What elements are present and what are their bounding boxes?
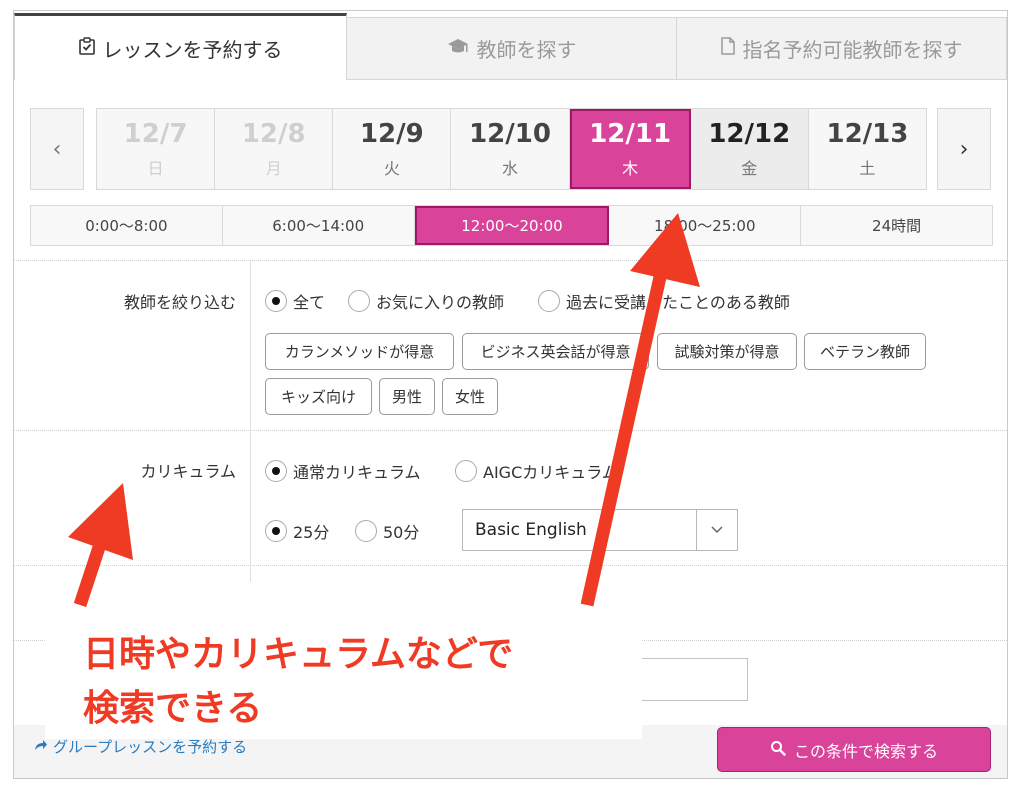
date-value: 12/13 [826, 119, 909, 149]
time-slot[interactable]: 24時間 [801, 206, 992, 245]
tab-label: 指名予約可能教師を探す [742, 38, 963, 62]
weekday: 木 [622, 159, 639, 178]
annotation-line-1: 日時やカリキュラムなどで [83, 634, 514, 675]
search-button[interactable]: この条件で検索する [717, 727, 991, 772]
weekday: 日 [147, 159, 164, 178]
tab-find-nomination-teacher[interactable]: 指名予約可能教師を探す [676, 17, 1007, 80]
time-slot[interactable]: 18:00〜25:00 [609, 206, 802, 245]
radio-label: 25分 [293, 523, 330, 542]
radio-25-min[interactable]: 25分 [265, 519, 329, 543]
radio-circle [455, 460, 477, 482]
clipboard-check-icon [78, 36, 95, 60]
radio-circle [348, 290, 370, 312]
radio-label: 50分 [383, 523, 420, 542]
date-cell[interactable]: 12/12 金 [690, 109, 809, 189]
time-slot[interactable]: 6:00〜14:00 [223, 206, 415, 245]
weekday: 月 [265, 159, 282, 178]
radio-standard-curriculum[interactable]: 通常カリキュラム [265, 459, 421, 483]
document-icon [720, 37, 735, 60]
tab-bar: レッスンを予約する 教師を探す 指名予約可能教師を探す [14, 11, 1007, 80]
graduation-cap-icon [447, 37, 469, 60]
date-value: 12/8 [241, 119, 306, 149]
prev-week-button[interactable]: ‹ [30, 108, 84, 190]
radio-past-teachers[interactable]: 過去に受講したことのある教師 [538, 289, 790, 313]
tab-divider [346, 79, 1007, 80]
radio-label: 全て [293, 293, 326, 312]
group-lesson-link[interactable]: グループレッスンを予約する [34, 736, 247, 757]
date-cell[interactable]: 12/13 土 [808, 109, 926, 189]
radio-circle [265, 290, 287, 312]
date-value: 12/7 [123, 119, 188, 149]
chevron-down-icon [697, 510, 737, 550]
search-button-label: この条件で検索する [793, 741, 938, 761]
curriculum-label: カリキュラム [140, 462, 236, 481]
radio-circle [265, 520, 287, 542]
annotation-box: 日時やカリキュラムなどで 検索できる [45, 582, 642, 739]
radio-50-min[interactable]: 50分 [355, 519, 419, 543]
tag-business-english[interactable]: ビジネス英会話が得意 [462, 333, 649, 370]
date-value: 12/9 [359, 119, 424, 149]
tag-female[interactable]: 女性 [442, 378, 498, 415]
tag-callan-method[interactable]: カランメソッドが得意 [265, 333, 454, 370]
date-value: 12/12 [708, 119, 791, 149]
radio-label: 通常カリキュラム [293, 463, 421, 482]
date-selector: 12/7 日 12/8 月 12/9 火 12/10 水 12/11 木 12/12 金 1… [96, 108, 927, 190]
tab-label: 教師を探す [476, 38, 577, 62]
row-divider [14, 430, 1007, 431]
weekday: 水 [501, 159, 518, 178]
radio-favorite-teachers[interactable]: お気に入りの教師 [348, 289, 504, 313]
annotation-line-2: 検索できる [83, 688, 263, 729]
search-icon [770, 740, 786, 760]
radio-circle [538, 290, 560, 312]
date-cell-selected[interactable]: 12/11 木 [569, 109, 691, 189]
time-slot-selected[interactable]: 12:00〜20:00 [414, 206, 610, 245]
tag-for-kids[interactable]: キッズ向け [265, 378, 372, 415]
next-week-button[interactable]: › [937, 108, 991, 190]
tag-exam-prep[interactable]: 試験対策が得意 [657, 333, 797, 370]
tab-find-teacher[interactable]: 教師を探す [346, 17, 677, 80]
tag-veteran-teacher[interactable]: ベテラン教師 [804, 333, 926, 370]
date-value: 12/10 [469, 119, 551, 149]
date-value: 12/11 [589, 119, 672, 149]
course-select[interactable]: Basic English [462, 509, 738, 551]
tag-male[interactable]: 男性 [379, 378, 435, 415]
radio-label: お気に入りの教師 [376, 293, 505, 312]
radio-label: AIGCカリキュラム [483, 463, 618, 482]
group-lesson-link-label: グループレッスンを予約する [53, 738, 248, 756]
radio-all[interactable]: 全て [265, 289, 325, 313]
chevron-right-icon: › [959, 136, 969, 162]
course-select-value: Basic English [475, 520, 587, 540]
tab-book-lesson[interactable]: レッスンを予約する [14, 13, 347, 80]
weekday: 火 [383, 159, 400, 178]
time-slot-selector: 0:00〜8:00 6:00〜14:00 12:00〜20:00 18:00〜2… [30, 205, 993, 246]
weekday: 土 [859, 159, 876, 178]
time-slot[interactable]: 0:00〜8:00 [31, 206, 223, 245]
radio-aigc-curriculum[interactable]: AIGCカリキュラム [455, 459, 618, 483]
radio-circle [265, 460, 287, 482]
row-divider [14, 260, 1007, 261]
date-cell[interactable]: 12/10 水 [451, 109, 570, 189]
radio-circle [355, 520, 377, 542]
row-divider [14, 565, 1007, 566]
date-cell[interactable]: 12/8 月 [215, 109, 334, 189]
lesson-search-panel: レッスンを予約する 教師を探す 指名予約可能教師を探す ‹ 12/7 日 12/8… [13, 10, 1008, 779]
share-arrow-icon [34, 739, 48, 755]
tab-label: レッスンを予約する [102, 37, 283, 62]
chevron-left-icon: ‹ [52, 136, 62, 162]
weekday: 金 [741, 159, 758, 178]
teacher-filter-label: 教師を絞り込む [123, 293, 236, 312]
date-cell[interactable]: 12/7 日 [97, 109, 216, 189]
date-cell[interactable]: 12/9 火 [333, 109, 452, 189]
radio-label: 過去に受講したことのある教師 [566, 293, 790, 312]
